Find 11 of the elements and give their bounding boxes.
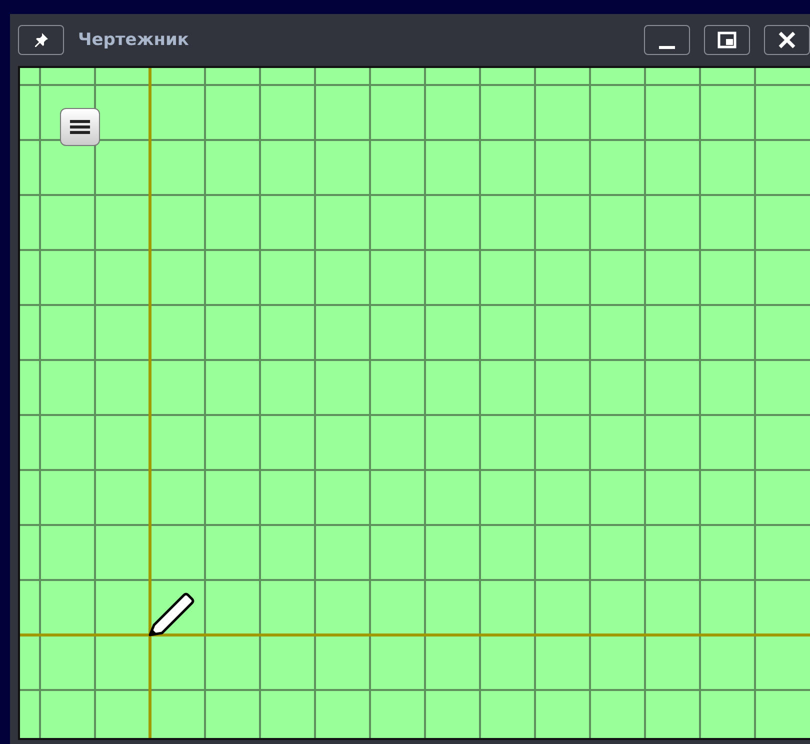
- pin-icon: [33, 32, 49, 48]
- minimize-button[interactable]: [644, 25, 690, 55]
- minimize-icon: [659, 46, 675, 48]
- menu-icon: [70, 119, 90, 135]
- menu-button[interactable]: [60, 108, 100, 146]
- window-title: Чертежник: [78, 30, 190, 50]
- close-button[interactable]: [764, 25, 810, 55]
- restore-icon: [717, 30, 737, 50]
- pin-button[interactable]: [18, 25, 64, 55]
- close-icon: [777, 30, 797, 50]
- restore-button[interactable]: [704, 25, 750, 55]
